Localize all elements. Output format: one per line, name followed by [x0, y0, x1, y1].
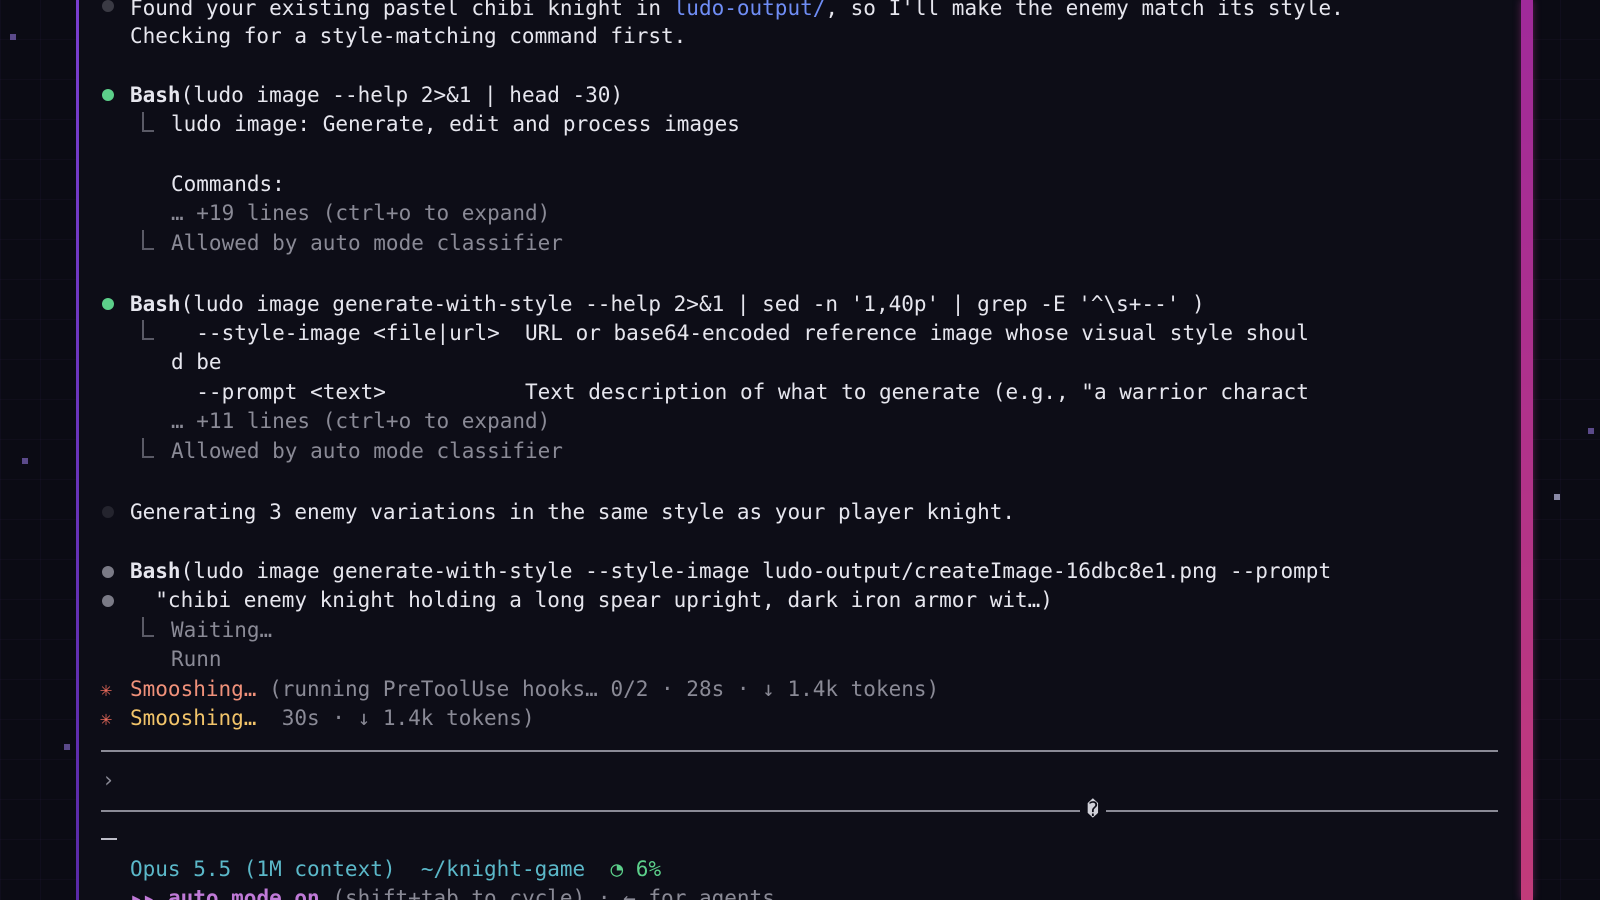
assistant-message: Generating 3 enemy variations in the sam… [130, 500, 1016, 524]
pending-dot-icon [102, 566, 114, 578]
bash2-allowed-note: Allowed by auto mode classifier [171, 439, 563, 463]
bash3-waiting: Waiting… [171, 618, 273, 642]
tree-elbow-icon [142, 320, 154, 340]
message-bullet [102, 0, 114, 12]
status-bar: Opus 5.5 (1M context) ~/knight-game ◔ 6% [130, 855, 661, 884]
bash1-expand-hint[interactable]: … +19 lines (ctrl+o to expand) [171, 199, 550, 228]
decor-dot [1554, 494, 1560, 500]
intro-line-1: Found your existing pastel chibi knight … [130, 0, 1344, 23]
context-percent: 6% [635, 857, 662, 881]
tree-elbow-icon [142, 230, 154, 250]
divider-glyph-icon: � [1080, 796, 1106, 822]
prompt-caret-icon: › [102, 768, 115, 792]
spinner-star-icon: ✳ [100, 677, 113, 701]
decor-dot [64, 744, 70, 750]
output-dir-link[interactable]: ludo-output/ [674, 0, 826, 20]
bash2-command[interactable]: Bash(ludo image generate-with-style --he… [130, 290, 1205, 319]
decor-dot [22, 458, 28, 464]
tree-elbow-icon [142, 438, 154, 458]
decor-dot [1588, 428, 1594, 434]
spinner-star-icon: ✳ [100, 706, 113, 730]
mode-chevron-icon: ▸▸ [130, 886, 156, 900]
bash3-command-cont: "chibi enemy knight holding a long spear… [130, 588, 1053, 612]
bash3-command[interactable]: Bash(ludo image generate-with-style --st… [130, 557, 1331, 586]
input-bottom-divider [101, 810, 1498, 812]
decor-dot [10, 34, 16, 40]
terminal-border-left [76, 0, 79, 900]
status-line-1: Smooshing… (running PreToolUse hooks… 0/… [130, 677, 940, 701]
bash2-output-line: d be [171, 350, 222, 374]
context-pie-icon: ◔ [610, 857, 624, 881]
bash1-output-line: Commands: [171, 172, 285, 196]
bash1-allowed-note: Allowed by auto mode classifier [171, 231, 563, 255]
status-line-2: Smooshing… 30s · ↓ 1.4k tokens) [130, 706, 535, 730]
tree-elbow-icon [142, 617, 154, 637]
terminal-border-right [1521, 0, 1533, 900]
bash2-expand-hint[interactable]: … +11 lines (ctrl+o to expand) [171, 407, 550, 436]
text-cursor [101, 838, 117, 840]
tree-elbow-icon [142, 112, 154, 132]
bash2-output-line: --style-image <file|url> URL or base64-e… [171, 321, 1309, 345]
mode-bar[interactable]: ▸▸ auto mode on (shift+tab to cycle) · ←… [130, 884, 775, 900]
success-dot-icon [102, 298, 114, 310]
bash2-output-line: --prompt <text> Text description of what… [171, 380, 1309, 404]
success-dot-icon [102, 89, 114, 101]
prompt-input[interactable] [128, 760, 1488, 790]
bash1-output-line: ludo image: Generate, edit and process i… [171, 112, 740, 136]
mode-label: auto mode on [167, 886, 320, 900]
mode-hint: (shift+tab to cycle) · ← for agents [332, 886, 775, 900]
pending-dot-icon [102, 595, 114, 607]
bash1-command[interactable]: Bash(ludo image --help 2>&1 | head -30) [130, 81, 623, 110]
cwd-label: ~/knight-game [420, 857, 586, 881]
input-top-divider [101, 750, 1498, 752]
intro-line-2: Checking for a style-matching command fi… [130, 24, 687, 48]
message-bullet [102, 506, 114, 518]
bash3-running: Runn [171, 647, 222, 671]
model-label: Opus 5.5 (1M context) [130, 857, 396, 881]
